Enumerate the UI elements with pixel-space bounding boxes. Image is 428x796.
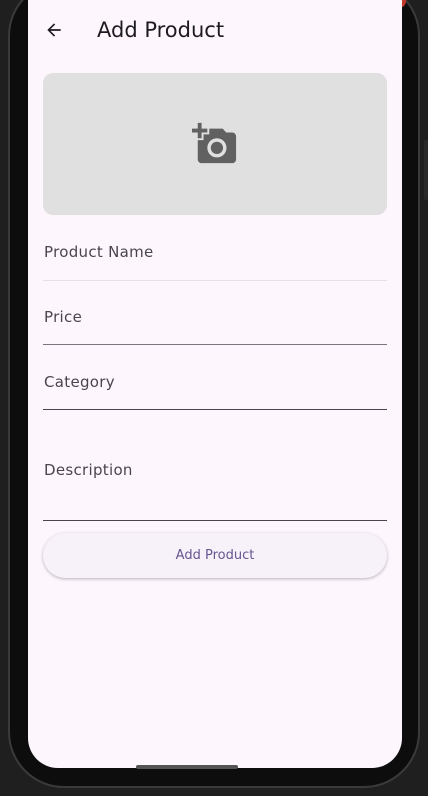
category-label: Category — [44, 373, 115, 391]
description-field[interactable]: Description — [43, 430, 387, 521]
description-label: Description — [44, 461, 133, 479]
product-name-field[interactable]: Product Name — [43, 236, 387, 281]
price-label: Price — [44, 308, 83, 326]
description-underline — [43, 520, 387, 521]
product-name-label: Product Name — [44, 243, 154, 261]
add-product-button-label: Add Product — [175, 548, 255, 563]
device-frame: Add Product Product Name Price Category … — [0, 0, 428, 796]
product-name-underline — [43, 280, 387, 281]
side-button — [424, 140, 428, 200]
back-button[interactable] — [40, 10, 68, 50]
app-bar: Add Product — [28, 0, 402, 60]
page-title: Add Product — [97, 18, 225, 42]
arrow-back-icon — [47, 23, 61, 37]
image-picker[interactable] — [43, 73, 387, 215]
app-screen: Add Product Product Name Price Category … — [28, 0, 402, 768]
home-indicator[interactable] — [136, 765, 238, 769]
add-a-photo-icon — [192, 122, 237, 164]
price-underline — [43, 344, 387, 345]
price-field[interactable]: Price — [43, 300, 387, 345]
category-field[interactable]: Category — [43, 365, 387, 410]
category-underline — [43, 409, 387, 410]
add-product-button[interactable]: Add Product — [43, 533, 387, 578]
